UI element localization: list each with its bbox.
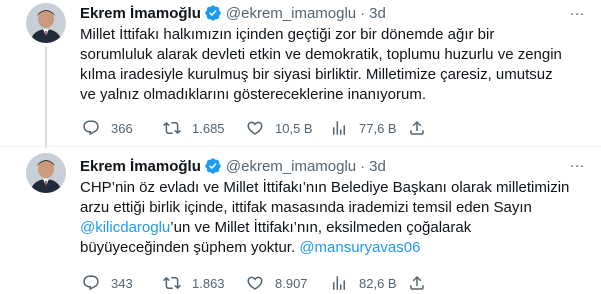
tweet-header: Ekrem İmamoğlu @ekrem_imamoglu · 3d [80,2,386,24]
retweet-count: 1.685 [192,120,225,136]
reply-count: 366 [111,120,133,136]
tweet-header: Ekrem İmamoğlu @ekrem_imamoglu · 3d [80,155,386,177]
heart-icon [247,276,263,290]
views-chart-icon [333,276,345,290]
share-button[interactable] [408,117,426,139]
like-button[interactable]: 8.907 [246,272,308,294]
tweet-text-line: sorumluluk alarak devleti etkin ve demok… [80,46,562,63]
tweet-actions: 343 1.863 8.907 82,6 B [80,272,590,294]
share-icon [410,120,424,135]
author-avatar[interactable] [26,3,66,43]
more-options-button[interactable]: ··· [564,2,590,24]
author-name[interactable]: Ekrem İmamoğlu [80,158,201,175]
retweet-button[interactable]: 1.685 [163,117,225,139]
views-count: 82,6 B [359,275,397,291]
reply-count: 343 [111,275,133,291]
tweet-actions: 366 1.685 10,5 B 77,6 B [80,117,590,139]
views-count: 77,6 B [359,120,397,136]
like-button[interactable]: 10,5 B [246,117,313,139]
thread-connector-line [45,47,47,148]
heart-icon [247,121,263,135]
tweet-text-line: ve yalnız olmadıklarını göstereceklerine… [80,86,426,103]
tweet-text: Millet İttifakı halkımızın içinden geçti… [80,25,595,105]
views-chart-icon [333,121,345,135]
avatar-photo [26,3,66,43]
more-options-button[interactable]: ··· [564,154,590,176]
tweet-1[interactable]: Ekrem İmamoğlu @ekrem_imamoglu · 3d ··· … [0,0,601,148]
verified-badge-icon [205,5,221,21]
tweet-text-fragment: ’un ve Millet İttifakı’nın, eksilmeden ç… [170,219,472,236]
tweet-text-line: kılma iradesiyle kurulmuş bir siyasi bir… [80,66,553,83]
share-button[interactable] [408,272,426,294]
avatar-photo [26,153,66,193]
views-button[interactable]: 77,6 B [330,117,397,139]
views-button[interactable]: 82,6 B [330,272,397,294]
author-handle[interactable]: @ekrem_imamoglu [226,158,356,175]
tweet-text-line: arzu ettiği birlik içinde, ittifak masas… [80,199,532,216]
reply-icon [83,120,99,136]
like-count: 10,5 B [275,120,313,136]
mention-link-mansuryavas06[interactable]: @mansuryavas06 [299,239,420,256]
more-icon: ··· [569,4,585,22]
tweet-text-line: büyüyeceğinden şüphem yoktur. @mansuryav… [80,238,595,258]
tweet-text: CHP’nin öz evladı ve Millet İttifakı’nın… [80,178,595,258]
mention-link-kilicdaroglu[interactable]: @kilicdaroglu [80,219,170,236]
more-icon: ··· [569,156,585,174]
verified-badge-icon [205,158,221,174]
tweet-text-line: @kilicdaroglu’un ve Millet İttifakı’nın,… [80,218,595,238]
retweet-count: 1.863 [192,275,225,291]
tweet-text-line: CHP’nin öz evladı ve Millet İttifakı’nın… [80,179,570,196]
header-separator: · [360,157,366,175]
tweet-divider [0,146,601,147]
retweet-button[interactable]: 1.863 [163,272,225,294]
retweet-icon [163,276,181,290]
tweet-timestamp[interactable]: 3d [369,5,386,22]
reply-button[interactable]: 343 [82,272,133,294]
retweet-icon [163,121,181,135]
reply-button[interactable]: 366 [82,117,133,139]
tweet-timestamp[interactable]: 3d [369,158,386,175]
author-handle[interactable]: @ekrem_imamoglu [226,5,356,22]
tweet-text-line: Millet İttifakı halkımızın içinden geçti… [80,26,495,43]
like-count: 8.907 [275,275,308,291]
header-separator: · [360,4,366,22]
author-name[interactable]: Ekrem İmamoğlu [80,5,201,22]
tweet-text-fragment: büyüyeceğinden şüphem yoktur. [80,239,300,256]
reply-icon [83,275,99,291]
share-icon [410,275,424,290]
tweet-2[interactable]: Ekrem İmamoğlu @ekrem_imamoglu · 3d ··· … [0,148,601,294]
author-avatar[interactable] [26,153,66,193]
